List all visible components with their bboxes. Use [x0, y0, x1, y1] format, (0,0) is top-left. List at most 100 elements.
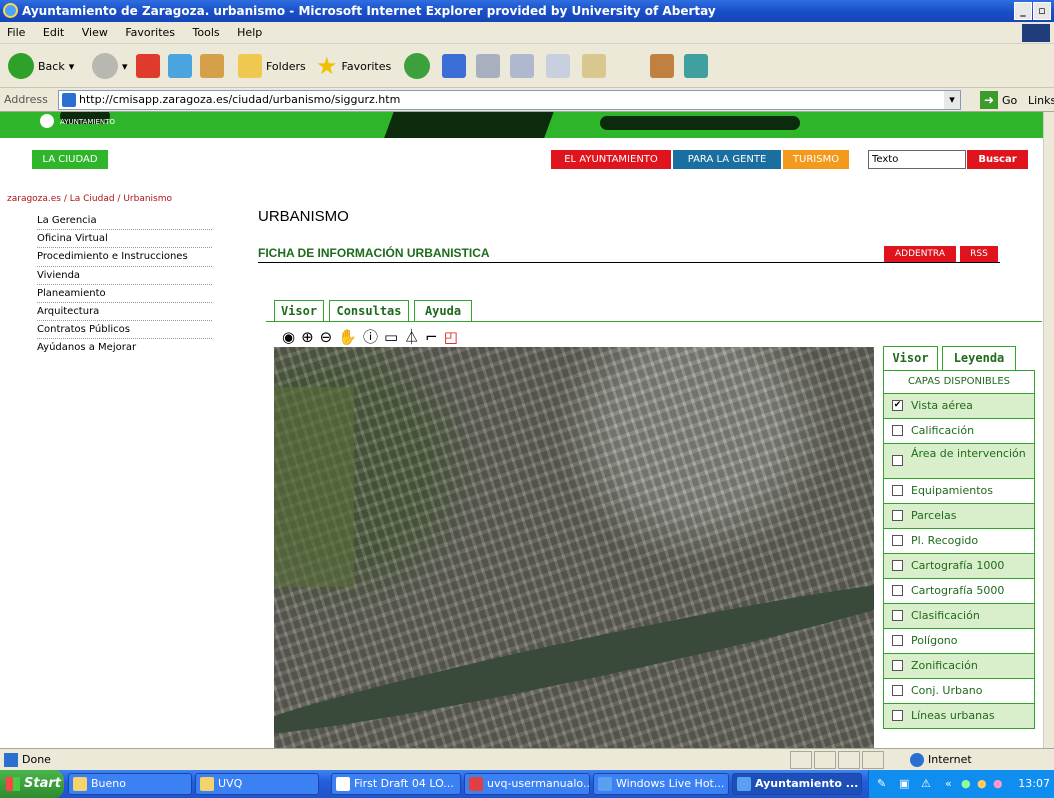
taskbar-item-pdf[interactable]: uvq-usermanualo... — [464, 773, 590, 795]
start-button[interactable]: Start — [0, 770, 64, 798]
side-menu-item[interactable]: Vivienda — [37, 267, 212, 285]
maximize-button[interactable]: ▫ — [1033, 2, 1051, 20]
font-size-icon[interactable] — [442, 54, 466, 78]
panel-tab-visor[interactable]: Visor — [883, 346, 938, 370]
go-button[interactable]: Go — [1002, 94, 1017, 107]
scale-icon[interactable]: ⌐ — [425, 328, 438, 346]
checkbox[interactable] — [892, 455, 903, 466]
side-menu-item[interactable]: Procedimiento e Instrucciones — [37, 248, 212, 267]
address-input[interactable]: http://cmisapp.zaragoza.es/ciudad/urbani… — [58, 90, 961, 110]
nav-el-ayuntamiento[interactable]: EL AYUNTAMIENTO — [551, 150, 671, 169]
layer-item[interactable]: Polígono — [883, 629, 1035, 654]
checkbox[interactable] — [892, 425, 903, 436]
folders-button[interactable]: Folders — [238, 50, 306, 82]
tab-consultas[interactable]: Consultas — [329, 300, 409, 321]
nav-la-ciudad[interactable]: LA CIUDAD — [32, 150, 108, 169]
extent-icon[interactable]: ◰ — [444, 328, 458, 346]
stop-icon[interactable] — [136, 54, 160, 78]
layer-item[interactable]: Pl. Recogido — [883, 529, 1035, 554]
tray-icon[interactable]: ● — [961, 777, 971, 790]
nav-turismo[interactable]: TURISMO — [783, 150, 849, 169]
layer-item[interactable]: Calificación — [883, 419, 1035, 444]
side-menu-item[interactable]: Ayúdanos a Mejorar — [37, 339, 212, 357]
city-logo-icon[interactable] — [40, 114, 54, 128]
checkbox[interactable] — [892, 710, 903, 721]
taskbar-item-bueno[interactable]: Bueno — [68, 773, 192, 795]
side-menu-item[interactable]: La Gerencia — [37, 212, 212, 231]
side-menu-item[interactable]: Oficina Virtual — [37, 230, 212, 249]
checkbox[interactable] — [892, 510, 903, 521]
print-icon[interactable]: ▭ — [384, 328, 398, 346]
checkbox[interactable] — [892, 635, 903, 646]
zoom-in-icon[interactable]: ⊕ — [301, 328, 314, 346]
home-icon[interactable] — [200, 54, 224, 78]
clock[interactable]: 13:07 — [1018, 777, 1050, 790]
taskbar-item-word[interactable]: First Draft 04 LO... — [331, 773, 461, 795]
taskbar-item-uvq[interactable]: UVQ — [195, 773, 319, 795]
hand-icon[interactable]: ✋ — [338, 328, 357, 346]
layer-item[interactable]: Parcelas — [883, 504, 1035, 529]
history-icon[interactable] — [404, 53, 430, 79]
refresh-icon[interactable] — [168, 54, 192, 78]
links-button[interactable]: Links — [1028, 94, 1054, 107]
nav-para-la-gente[interactable]: PARA LA GENTE — [673, 150, 781, 169]
layer-item[interactable]: ✔ Vista aérea — [883, 394, 1035, 419]
checkbox[interactable] — [892, 535, 903, 546]
side-menu-item[interactable]: Contratos Públicos — [37, 321, 212, 340]
side-menu-item[interactable]: Arquitectura — [37, 303, 212, 322]
tab-ayuda[interactable]: Ayuda — [414, 300, 472, 321]
checkbox[interactable] — [892, 585, 903, 596]
addentra-button[interactable]: ADDENTRA — [884, 246, 956, 262]
layer-item[interactable]: Zonificación — [883, 654, 1035, 679]
tray-icon[interactable]: ● — [977, 777, 987, 790]
layer-item[interactable]: Clasificación — [883, 604, 1035, 629]
forward-button[interactable]: ▾ — [92, 50, 128, 82]
breadcrumb[interactable]: zaragoza.es / La Ciudad / Urbanismo — [7, 194, 172, 204]
taskbar-item-hotmail[interactable]: Windows Live Hot... — [593, 773, 729, 795]
layer-item[interactable]: Equipamientos — [883, 479, 1035, 504]
search-input[interactable]: Texto — [868, 150, 966, 169]
checkbox[interactable] — [892, 660, 903, 671]
layer-item[interactable]: Cartografía 1000 — [883, 554, 1035, 579]
go-arrow-icon[interactable]: ➜ — [980, 91, 998, 109]
rss-button[interactable]: RSS — [960, 246, 998, 262]
menu-file[interactable]: File — [0, 22, 32, 44]
vertical-scrollbar[interactable] — [1043, 112, 1054, 748]
side-menu-item[interactable]: Planeamiento — [37, 285, 212, 303]
favorites-button[interactable]: ★ Favorites — [316, 50, 391, 82]
checkbox[interactable] — [892, 560, 903, 571]
address-dropdown-icon[interactable]: ▾ — [944, 91, 960, 109]
tray-icon[interactable]: ⚠ — [921, 777, 931, 790]
checkbox[interactable] — [892, 485, 903, 496]
cut-icon[interactable] — [510, 54, 534, 78]
minimize-button[interactable]: _ — [1014, 2, 1032, 20]
tray-icon[interactable]: ✎ — [877, 777, 886, 790]
menu-tools[interactable]: Tools — [186, 22, 227, 44]
menu-edit[interactable]: Edit — [36, 22, 71, 44]
back-button[interactable]: Back ▾ — [8, 50, 74, 82]
layer-item[interactable]: Área de intervención — [883, 444, 1035, 479]
tray-expand-icon[interactable]: « — [945, 777, 952, 790]
tray-icon[interactable]: ▣ — [899, 777, 909, 790]
panel-tab-leyenda[interactable]: Leyenda — [942, 346, 1016, 370]
pan-icon[interactable]: ◉ — [282, 328, 295, 346]
menu-favorites[interactable]: Favorites — [118, 22, 182, 44]
copy-icon[interactable] — [546, 54, 570, 78]
menu-help[interactable]: Help — [230, 22, 269, 44]
layer-item[interactable]: Conj. Urbano — [883, 679, 1035, 704]
search-button[interactable]: Buscar — [967, 150, 1028, 169]
menu-view[interactable]: View — [75, 22, 115, 44]
paste-icon[interactable] — [582, 54, 606, 78]
zoom-out-icon[interactable]: ⊖ — [320, 328, 333, 346]
checkbox[interactable] — [892, 610, 903, 621]
tab-visor[interactable]: Visor — [274, 300, 324, 321]
taskbar-item-ayuntamiento[interactable]: Ayuntamiento ... — [732, 773, 862, 795]
print-icon[interactable] — [476, 54, 500, 78]
measure-icon[interactable]: ⏃ — [404, 328, 419, 346]
tray-icon[interactable]: ● — [993, 777, 1003, 790]
checkbox[interactable] — [892, 685, 903, 696]
messenger-icon[interactable] — [684, 54, 708, 78]
checkbox-checked[interactable]: ✔ — [892, 400, 903, 411]
research-icon[interactable] — [650, 54, 674, 78]
layer-item[interactable]: Líneas urbanas — [883, 704, 1035, 729]
